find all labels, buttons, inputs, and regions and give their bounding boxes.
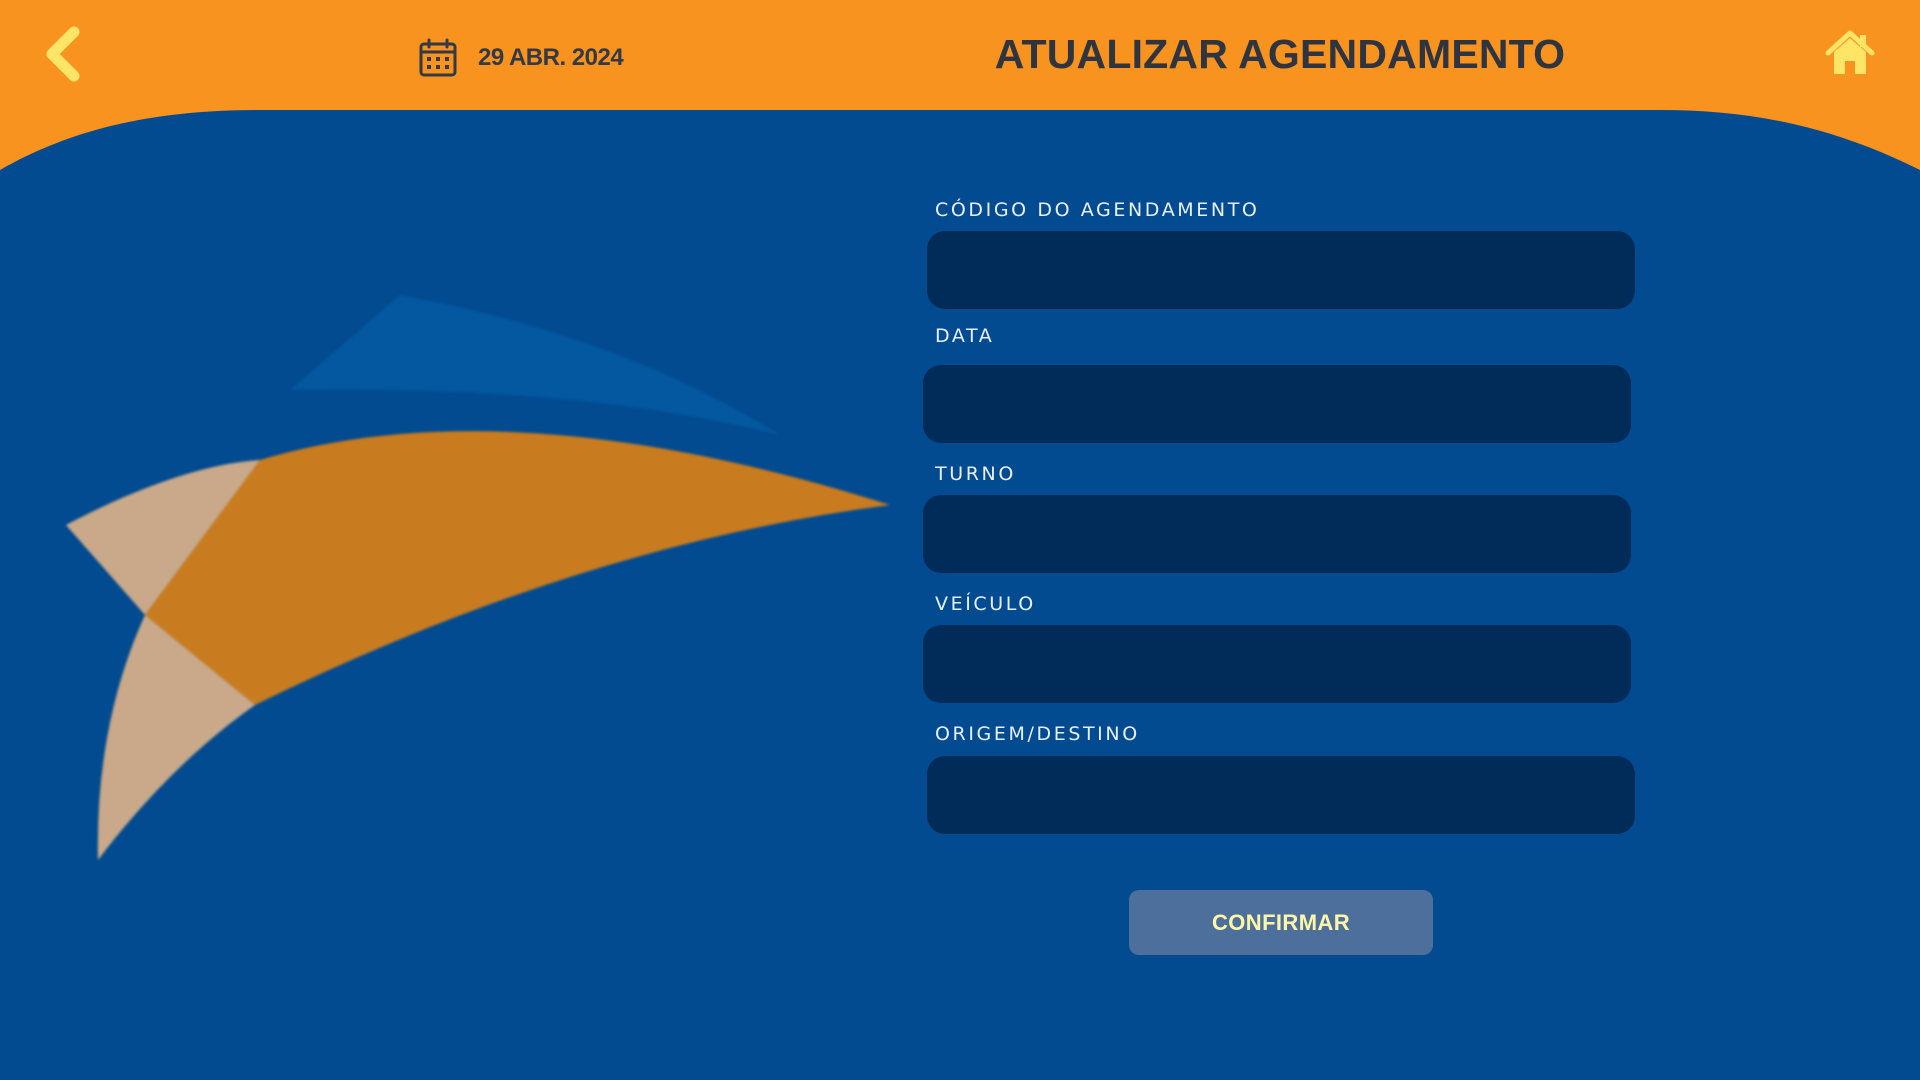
origin-destination-input[interactable] xyxy=(927,756,1635,834)
back-button[interactable] xyxy=(38,26,88,82)
chevron-left-icon xyxy=(46,26,80,82)
shift-input[interactable] xyxy=(923,495,1631,573)
field-label-vehicle: VEÍCULO xyxy=(935,593,1036,615)
update-appointment-screen: 29 ABR. 2024 ATUALIZAR AGENDAMENTO CÓDIG… xyxy=(0,0,1920,1080)
field-label-shift: TURNO xyxy=(935,463,1016,485)
field-label-date: DATA xyxy=(935,325,995,347)
appointment-code-input[interactable] xyxy=(927,231,1635,309)
home-button[interactable] xyxy=(1824,28,1876,78)
confirm-button[interactable]: CONFIRMAR xyxy=(1129,890,1433,955)
brand-logo xyxy=(66,295,890,860)
date-display: 29 ABR. 2024 xyxy=(418,36,624,80)
home-icon xyxy=(1825,30,1875,74)
vehicle-input[interactable] xyxy=(923,625,1631,703)
field-label-appointment-code: CÓDIGO DO AGENDAMENTO xyxy=(935,199,1260,221)
page-title: ATUALIZAR AGENDAMENTO xyxy=(994,31,1566,77)
date-input[interactable] xyxy=(923,365,1631,443)
current-date: 29 ABR. 2024 xyxy=(478,44,624,71)
field-label-origin-destination: ORIGEM/DESTINO xyxy=(935,723,1140,745)
calendar-icon xyxy=(419,38,457,77)
